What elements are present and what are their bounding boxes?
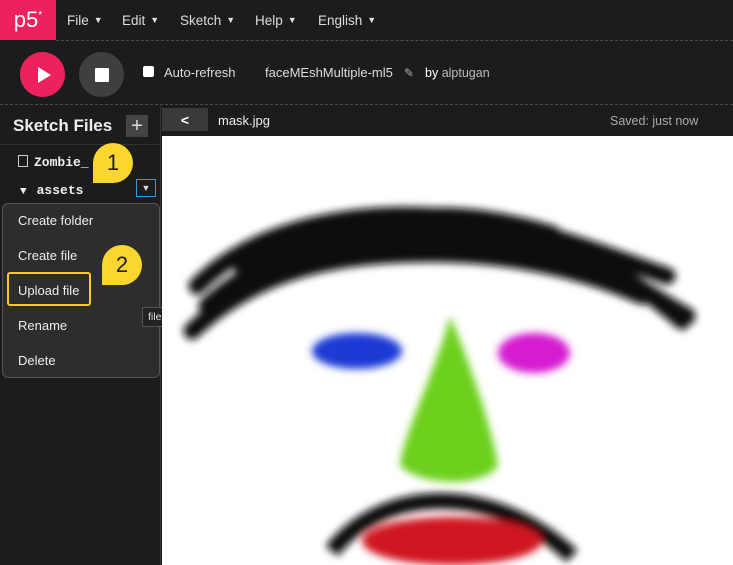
file-icon — [18, 155, 28, 167]
chevron-left-icon: < — [180, 111, 190, 128]
menu-edit-label: Edit — [122, 12, 146, 28]
back-button[interactable]: < — [162, 108, 208, 131]
file-name: Zombie_ — [34, 155, 89, 170]
p5-logo[interactable]: p5 * — [0, 0, 56, 40]
menu-help-label: Help — [255, 12, 283, 28]
menu-item-create-file[interactable]: Create file — [18, 248, 77, 263]
by-label: by — [425, 66, 439, 80]
step-callout-2: 2 — [102, 245, 142, 285]
stop-icon — [94, 67, 109, 82]
chevron-down-icon: ▼ — [226, 15, 236, 25]
menu-sketch[interactable]: Sketch ▼ — [180, 0, 235, 40]
image-preview — [162, 136, 733, 565]
logo-mark: * — [38, 9, 43, 21]
toolbar-divider — [0, 104, 733, 105]
file-options-button[interactable]: ▼ — [136, 179, 156, 197]
chevron-down-icon: ▼ — [367, 15, 377, 25]
upload-highlight — [7, 272, 91, 306]
menu-help[interactable]: Help ▼ — [255, 0, 297, 40]
menu-language[interactable]: English ▼ — [318, 0, 376, 40]
autorefresh-checkbox[interactable] — [143, 66, 154, 77]
play-button[interactable] — [20, 52, 65, 97]
menu-file-label: File — [67, 12, 89, 28]
play-icon — [38, 66, 51, 83]
mouth — [362, 517, 542, 565]
menu-sketch-label: Sketch — [180, 12, 222, 28]
step-callout-1: 1 — [93, 143, 133, 183]
stop-button[interactable] — [79, 52, 124, 97]
nose — [400, 316, 498, 482]
sidebar-title: Sketch Files — [13, 116, 113, 135]
add-file-button[interactable]: + — [126, 115, 148, 137]
author-line: by alptugan — [425, 66, 490, 80]
menu-language-label: English — [318, 12, 363, 28]
autorefresh-label[interactable]: Auto-refresh — [164, 65, 236, 80]
save-status: Saved: just now — [610, 114, 699, 128]
face-mask-drawing — [183, 206, 696, 565]
logo-text: p5 — [13, 7, 39, 32]
menu-item-delete[interactable]: Delete — [18, 353, 56, 368]
pencil-icon[interactable]: ✎ — [404, 66, 414, 80]
file-item[interactable]: Zombie_ — [18, 155, 89, 170]
menu-edit[interactable]: Edit ▼ — [122, 0, 159, 40]
sketch-name[interactable]: faceMEshMultiple-ml5 — [265, 65, 393, 80]
menu-item-rename[interactable]: Rename — [18, 318, 67, 333]
menu-item-create-folder[interactable]: Create folder — [18, 213, 93, 228]
chevron-down-icon: ▼ — [287, 15, 297, 25]
chevron-down-icon: ▼ — [93, 15, 103, 25]
right-eye — [498, 333, 570, 373]
folder-item-assets[interactable]: ▼ assets — [20, 183, 83, 198]
folder-name: assets — [36, 183, 84, 198]
folder-expanded-icon: ▼ — [20, 186, 27, 198]
sidebar-divider — [0, 144, 160, 145]
left-eye — [312, 333, 402, 369]
author-link[interactable]: alptugan — [442, 66, 490, 80]
chevron-down-icon: ▼ — [150, 15, 160, 25]
open-file-name: mask.jpg — [218, 113, 271, 128]
hair-scribble — [183, 206, 696, 340]
menu-file[interactable]: File ▼ — [67, 0, 103, 40]
